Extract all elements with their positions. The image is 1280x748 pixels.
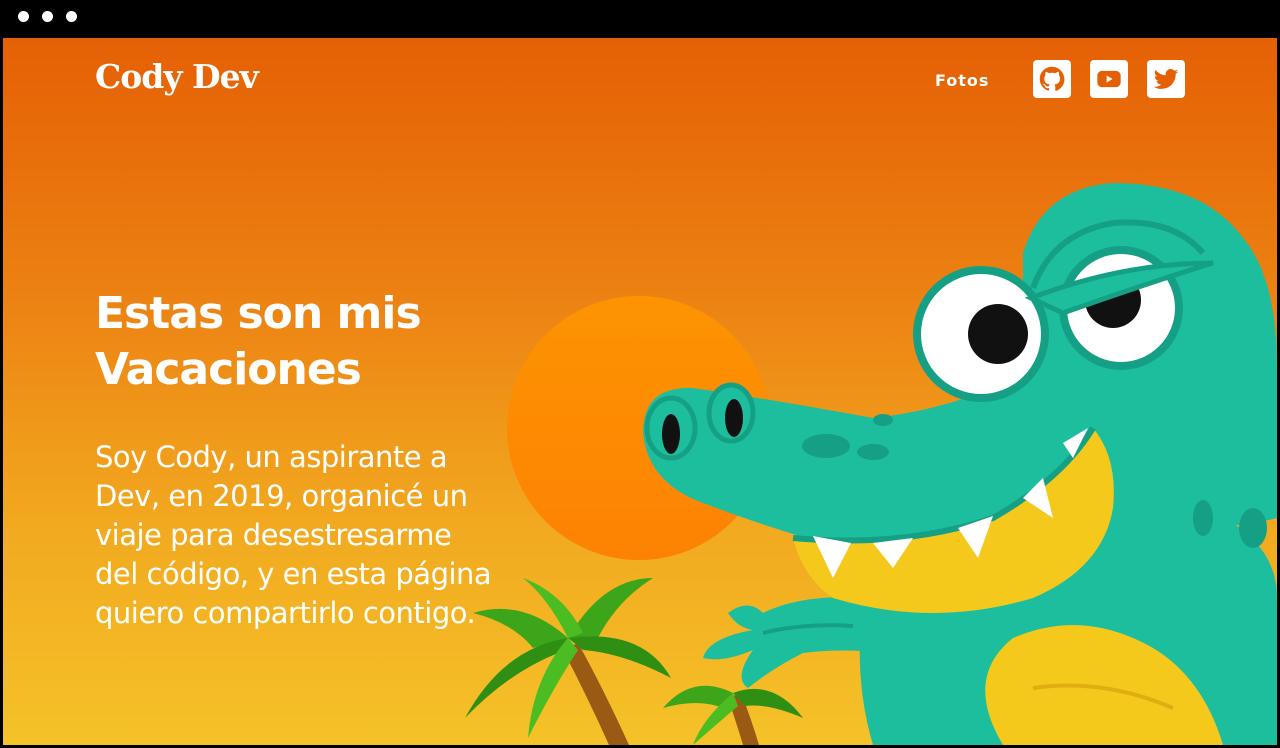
page-viewport: Cody Dev Fotos Estas son mis Vacaciones … bbox=[3, 38, 1277, 745]
twitter-button[interactable] bbox=[1147, 60, 1185, 98]
youtube-button[interactable] bbox=[1090, 60, 1128, 98]
browser-chrome bbox=[0, 0, 1280, 38]
window-dot-icon bbox=[42, 11, 53, 22]
twitter-icon bbox=[1153, 69, 1179, 89]
hero-description: Soy Cody, un aspirante a Dev, en 2019, o… bbox=[95, 440, 492, 630]
nav-link-fotos[interactable]: Fotos bbox=[935, 71, 989, 90]
site-logo[interactable]: Cody Dev bbox=[95, 60, 259, 93]
hero-title: Estas son mis Vacaciones bbox=[95, 288, 422, 395]
palm-tree-icon bbox=[663, 685, 803, 745]
github-icon bbox=[1039, 66, 1065, 91]
palm-tree-icon bbox=[465, 578, 671, 745]
github-button[interactable] bbox=[1033, 60, 1071, 98]
youtube-icon bbox=[1097, 70, 1121, 88]
window-dot-icon bbox=[18, 11, 29, 22]
window-dot-icon bbox=[66, 11, 77, 22]
crocodile-icon bbox=[643, 183, 1277, 745]
